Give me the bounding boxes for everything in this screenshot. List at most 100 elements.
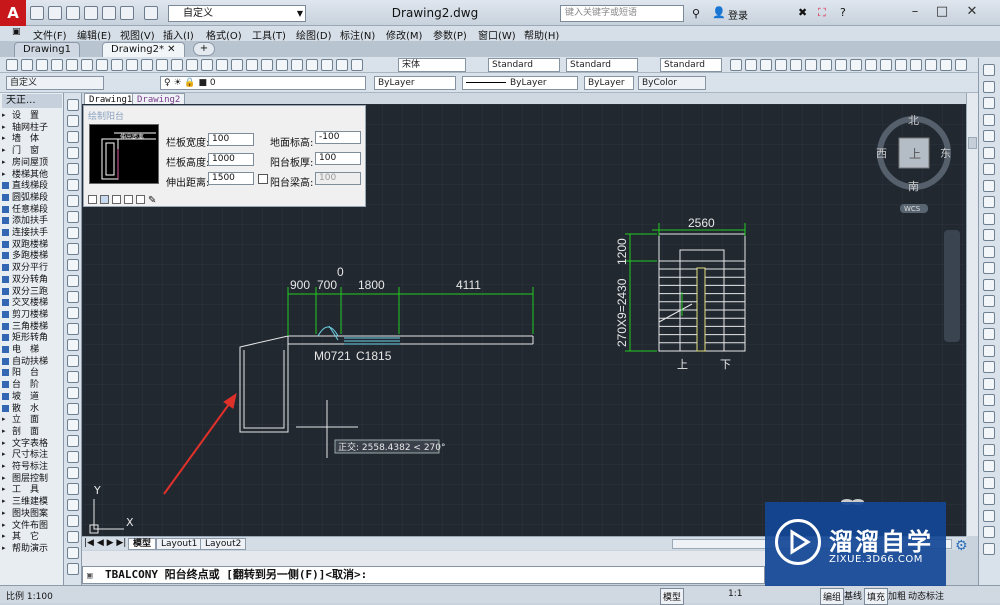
toolbar-icon[interactable] [321, 59, 333, 71]
modify-tool-icon[interactable] [983, 394, 995, 406]
menu-window[interactable]: 窗口(W) [478, 27, 516, 42]
draw-tool-icon[interactable] [67, 403, 79, 415]
panel-item[interactable]: ▸ 工 具 [2, 485, 62, 496]
draw-tool-icon[interactable] [67, 163, 79, 175]
minimize-button[interactable]: – [905, 3, 925, 21]
toolbar-icon[interactable] [805, 59, 817, 71]
panel-item[interactable]: ▸ 墙 体 [2, 134, 62, 145]
draw-tool-icon[interactable] [67, 515, 79, 527]
undo-icon[interactable] [120, 6, 134, 20]
workspace-select[interactable]: 自定义 ▼ [168, 5, 306, 22]
panel-item[interactable]: 矩形转角 [2, 333, 62, 344]
toolbar-icon[interactable] [276, 59, 288, 71]
modify-tool-icon[interactable] [983, 64, 995, 76]
layer-select[interactable]: ♀ ☀ 🔒 ■ 0 [160, 76, 366, 90]
menu-tools[interactable]: 工具(T) [252, 27, 286, 42]
draw-tool-icon[interactable] [67, 131, 79, 143]
balcony-mode-icon[interactable] [88, 195, 97, 204]
viewcube-west[interactable]: 西 [876, 147, 887, 160]
draw-tool-icon[interactable] [67, 419, 79, 431]
close-icon[interactable]: ✕ [167, 44, 175, 55]
modify-tool-icon[interactable] [983, 377, 995, 390]
panel-item[interactable]: 直线梯段 [2, 181, 62, 192]
modify-tool-icon[interactable] [983, 311, 995, 324]
menu-draw[interactable]: 绘图(D) [296, 27, 332, 42]
menu-help[interactable]: 帮助(H) [524, 27, 559, 42]
modify-tool-icon[interactable] [983, 113, 995, 126]
menu-insert[interactable]: 插入(I) [163, 27, 194, 42]
modify-tool-icon[interactable] [983, 476, 995, 489]
modify-tool-icon[interactable] [983, 163, 995, 175]
panel-item[interactable]: 剪刀楼梯 [2, 310, 62, 321]
draw-tool-icon[interactable] [67, 323, 79, 335]
status-bold[interactable]: 加粗 [886, 588, 908, 603]
lineweight-select[interactable]: ByLayer [584, 76, 634, 90]
panel-item[interactable]: 连接扶手 [2, 228, 62, 239]
viewcube-east[interactable]: 东 [940, 147, 951, 160]
panel-item[interactable]: 双跑楼梯 [2, 240, 62, 251]
beam-height-checkbox[interactable] [258, 174, 268, 184]
redo-icon[interactable] [144, 6, 158, 20]
draw-tool-icon[interactable] [67, 307, 79, 319]
panel-item[interactable]: ▸ 其 它 [2, 532, 62, 543]
draw-tool-icon[interactable] [67, 483, 79, 495]
dim-style-select[interactable]: Standard [566, 58, 638, 72]
color-select[interactable]: ByLayer [374, 76, 456, 90]
panel-item[interactable]: ▸ 门 窗 [2, 146, 62, 157]
panel-item[interactable]: ▸ 三维建模 [2, 497, 62, 508]
panel-item[interactable]: 双分转角 [2, 275, 62, 286]
balcony-mode-icon[interactable] [136, 195, 145, 204]
modify-tool-icon[interactable] [983, 427, 995, 439]
maximize-button[interactable]: □ [932, 3, 952, 21]
toolbar-icon[interactable] [126, 59, 138, 71]
menu-file[interactable]: 文件(F) [33, 27, 67, 42]
menu-edit[interactable]: 编辑(E) [77, 27, 111, 42]
login-button[interactable]: 登录 [728, 7, 748, 22]
toolbar-icon[interactable] [171, 59, 183, 71]
toolbar-icon[interactable] [775, 59, 787, 71]
named-view-select[interactable]: 自定义 [6, 76, 104, 90]
toolbar-icon[interactable] [835, 59, 847, 71]
modify-tool-icon[interactable] [983, 328, 995, 340]
draw-tool-icon[interactable] [67, 275, 79, 287]
panel-item[interactable]: 自动扶梯 [2, 357, 62, 368]
toolbar-icon[interactable] [156, 59, 168, 71]
status-group[interactable]: 编组 [820, 588, 845, 605]
draw-tool-icon[interactable] [67, 499, 79, 511]
panel-item[interactable]: 添加扶手 [2, 216, 62, 227]
draw-tool-icon[interactable] [67, 259, 79, 271]
toolbar-icon[interactable] [51, 59, 63, 71]
draw-tool-icon[interactable] [67, 227, 79, 239]
modify-tool-icon[interactable] [983, 97, 995, 109]
modify-tool-icon[interactable] [983, 130, 995, 142]
panel-item[interactable]: 圆弧梯段 [2, 193, 62, 204]
font-select[interactable]: 宋体 [398, 58, 466, 72]
modify-tool-icon[interactable] [983, 295, 995, 307]
toolbar-icon[interactable] [291, 59, 303, 71]
panel-item[interactable]: 坡 道 [2, 392, 62, 403]
toolbar-icon[interactable] [6, 59, 18, 71]
toolbar-icon[interactable] [925, 59, 937, 71]
panel-item[interactable]: ▸ 剖 面 [2, 427, 62, 438]
menu-app-icon[interactable]: ▣ [12, 27, 21, 37]
draw-tool-icon[interactable] [67, 291, 79, 303]
panel-item[interactable]: ▸ 图块图案 [2, 509, 62, 520]
toolbar-icon[interactable] [261, 59, 273, 71]
panel-item[interactable]: 电 梯 [2, 345, 62, 356]
tab-layout1[interactable]: Layout1 [156, 538, 203, 550]
doc-tab-drawing2[interactable]: Drawing2* ✕ [102, 42, 185, 57]
tab-layout2[interactable]: Layout2 [200, 538, 247, 550]
balcony-mode-icon[interactable] [112, 195, 121, 204]
toolbar-icon[interactable] [96, 59, 108, 71]
save-icon[interactable] [66, 6, 80, 20]
draw-tool-icon[interactable] [67, 435, 79, 447]
binoculars-icon[interactable]: ⚲ [692, 7, 700, 20]
panel-item[interactable]: ▸ 文字表格 [2, 439, 62, 450]
text-style-select[interactable]: Standard [488, 58, 560, 72]
help-icon[interactable]: ? [840, 6, 846, 19]
panel-item[interactable]: 三角楼梯 [2, 322, 62, 333]
toolbar-icon[interactable] [81, 59, 93, 71]
panel-item[interactable]: ▸ 房间屋顶 [2, 158, 62, 169]
draw-tool-icon[interactable] [67, 147, 79, 159]
panel-item[interactable]: 任意梯段 [2, 205, 62, 216]
